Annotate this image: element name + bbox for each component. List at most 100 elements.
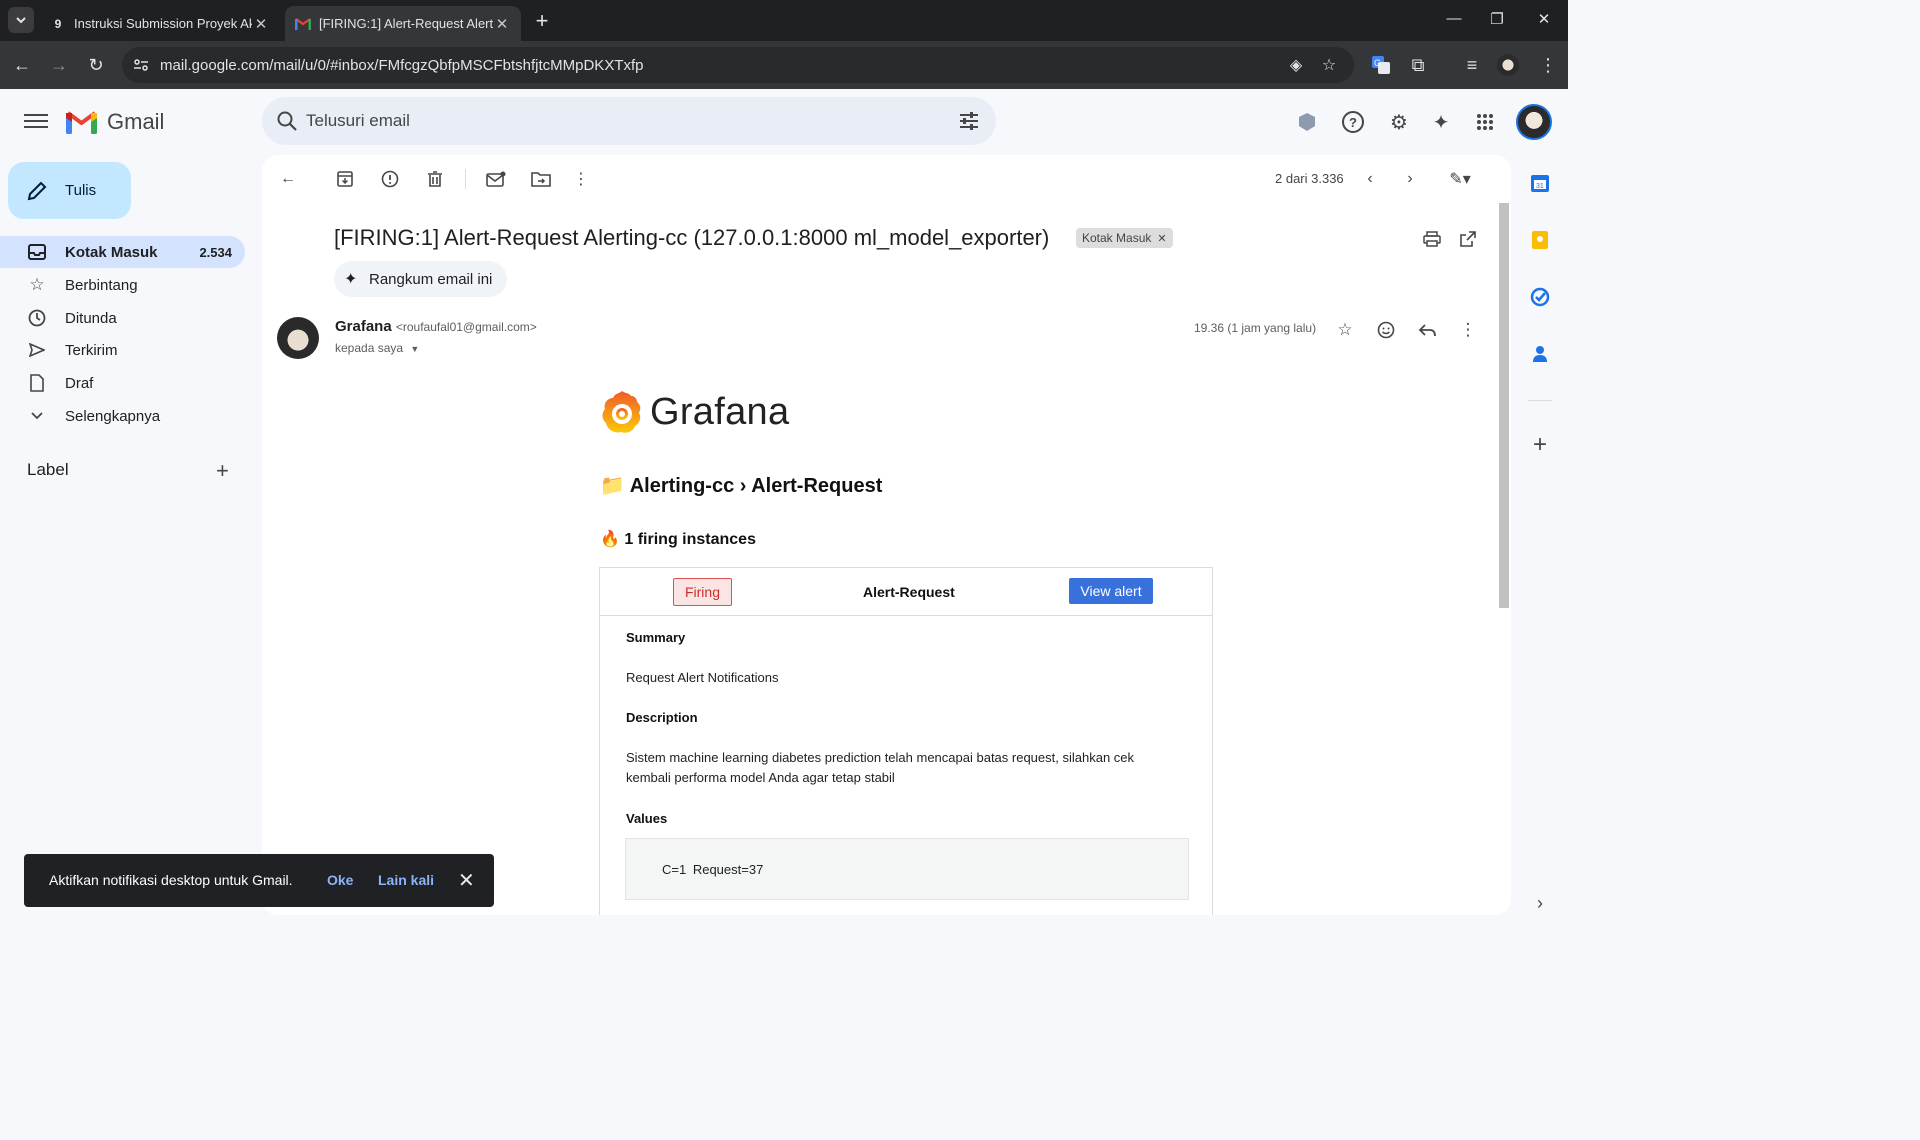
recipient-details[interactable]: kepada saya ▼ [335, 341, 419, 355]
description-heading: Description [626, 710, 698, 725]
snackbar-message: Aktifkan notifikasi desktop untuk Gmail. [49, 872, 293, 888]
sidebar-item-sent[interactable]: Terkirim [0, 334, 245, 366]
sidebar-item-inbox[interactable]: Kotak Masuk 2.534 [0, 236, 245, 268]
hide-side-panel-icon[interactable]: › [1528, 891, 1552, 915]
clock-icon [26, 307, 48, 329]
grafana-flame-icon [602, 391, 641, 433]
help-icon[interactable]: ? [1340, 109, 1366, 135]
email-subject: [FIRING:1] Alert-Request Alerting-cc (12… [334, 225, 1050, 250]
delete-icon[interactable] [423, 167, 447, 191]
tab-submission[interactable]: 9 Instruksi Submission Proyek Akhir ✕ [40, 6, 280, 41]
folder-icon: 📁 [600, 475, 625, 497]
star-icon: ☆ [29, 275, 45, 294]
contacts-icon[interactable] [1528, 342, 1552, 366]
gmail-logo[interactable]: Gmail [66, 109, 164, 135]
alert-folder-heading: 📁 Alerting-cc › Alert-Request [600, 473, 882, 498]
move-to-icon[interactable] [529, 167, 553, 191]
reply-icon[interactable] [1415, 318, 1439, 342]
new-tab-button[interactable]: + [530, 8, 554, 34]
caret-down-icon[interactable]: ▼ [410, 344, 419, 354]
chevron-down-icon [26, 405, 48, 427]
main-menu-icon[interactable] [24, 111, 48, 131]
browser-tab-bar: 9 Instruksi Submission Proyek Akhir ✕ [F… [0, 0, 1568, 41]
window-close-icon[interactable]: ✕ [1532, 10, 1556, 28]
forward-arrow-icon[interactable]: → [47, 53, 71, 77]
older-chevron-icon[interactable]: › [1398, 167, 1422, 191]
summarize-email-button[interactable]: ✦ Rangkum email ini [334, 261, 507, 297]
fire-icon: 🔥 [600, 531, 620, 548]
compose-button[interactable]: Tulis [8, 162, 131, 219]
add-addon-icon[interactable]: + [1528, 431, 1552, 458]
enable-notifications-button[interactable]: Oke [327, 872, 353, 888]
minimize-icon[interactable]: — [1442, 10, 1466, 27]
input-tools-pencil-icon[interactable]: ✎▾ [1440, 167, 1480, 191]
star-icon[interactable]: ☆ [1333, 318, 1357, 342]
more-vert-icon[interactable]: ⋮ [569, 167, 593, 191]
view-alert-button[interactable]: View alert [1069, 578, 1153, 604]
sparkle-icon: ✦ [344, 271, 358, 288]
folder-path: Alerting-cc › Alert-Request [629, 475, 883, 497]
sidebar-item-drafts[interactable]: Draf [0, 367, 245, 399]
account-avatar[interactable] [1516, 104, 1552, 140]
dicoding-favicon-icon: 9 [54, 16, 62, 31]
sender-avatar[interactable] [277, 317, 319, 359]
open-new-window-icon[interactable] [1456, 227, 1480, 251]
url-text: mail.google.com/mail/u/0/#inbox/FMfcgzQb… [160, 56, 644, 74]
status-badge: Firing [673, 578, 732, 606]
mark-unread-icon[interactable] [484, 167, 508, 191]
back-arrow-icon[interactable]: ← [10, 53, 34, 77]
back-to-inbox-icon[interactable]: ← [276, 167, 300, 191]
settings-gear-icon[interactable]: ⚙ [1386, 109, 1412, 135]
sidebar-item-snoozed[interactable]: Ditunda [0, 302, 245, 334]
later-button[interactable]: Lain kali [378, 872, 434, 888]
archive-icon[interactable] [333, 167, 357, 191]
close-icon[interactable]: ✕ [458, 868, 475, 893]
search-options-icon[interactable] [958, 110, 980, 132]
site-info-icon[interactable] [131, 55, 151, 75]
report-spam-icon[interactable] [378, 167, 402, 191]
search-icon[interactable] [276, 110, 298, 132]
gemini-shield-icon[interactable] [1294, 109, 1320, 135]
sender-line: Grafana <roufaufal01@gmail.com> [335, 318, 537, 335]
svg-text:?: ? [1349, 115, 1357, 130]
chevron-down-icon [16, 17, 26, 24]
message-view: ← ⋮ 2 dari 3.336 ‹ › ✎▾ [FIRING:1] Alert… [262, 155, 1511, 915]
more-vert-icon[interactable]: ⋮ [1536, 53, 1560, 77]
media-control-icon[interactable]: ≡ [1460, 53, 1484, 77]
close-tab-icon[interactable]: ✕ [493, 15, 511, 33]
scrollbar-thumb[interactable] [1499, 203, 1509, 608]
sender-name[interactable]: Grafana [335, 318, 392, 335]
remove-label-icon[interactable]: ✕ [1157, 232, 1166, 245]
tab-search-button[interactable] [8, 7, 34, 33]
print-icon[interactable] [1420, 227, 1444, 251]
translate-icon[interactable]: G [1369, 53, 1393, 77]
close-tab-icon[interactable]: ✕ [252, 15, 270, 33]
tab-title: [FIRING:1] Alert-Request Alerting [319, 16, 493, 31]
gemini-sparkle-icon[interactable]: ✦ [1428, 109, 1454, 135]
svg-text:G: G [1374, 58, 1381, 68]
bookmark-star-icon[interactable]: ☆ [1319, 55, 1339, 75]
add-label-icon[interactable]: + [216, 458, 229, 484]
more-vert-icon[interactable]: ⋮ [1456, 318, 1480, 342]
summary-heading: Summary [626, 630, 686, 645]
reload-icon[interactable]: ↻ [84, 53, 108, 77]
restore-icon[interactable]: ❐ [1485, 10, 1509, 28]
newer-chevron-icon[interactable]: ‹ [1358, 167, 1382, 191]
apps-grid-icon[interactable] [1472, 109, 1498, 135]
lens-icon[interactable]: ◈ [1286, 55, 1306, 75]
extensions-icon[interactable]: ⧉ [1406, 53, 1430, 77]
profile-avatar[interactable] [1497, 54, 1519, 76]
calendar-icon[interactable]: 31 [1528, 171, 1552, 195]
tab-gmail-alert[interactable]: [FIRING:1] Alert-Request Alerting ✕ [285, 6, 521, 41]
search-input[interactable]: Telusuri email [306, 111, 410, 131]
labels-heading: Label [27, 460, 69, 479]
address-bar[interactable]: mail.google.com/mail/u/0/#inbox/FMfcgzQb… [122, 47, 1354, 83]
sidebar-item-starred[interactable]: ☆ Berbintang [0, 269, 245, 301]
search-bar[interactable]: Telusuri email [262, 97, 996, 145]
sidebar-item-more[interactable]: Selengkapnya [0, 400, 245, 432]
pencil-icon [27, 181, 47, 200]
keep-icon[interactable] [1528, 228, 1552, 252]
emoji-react-icon[interactable] [1374, 318, 1398, 342]
tasks-icon[interactable] [1528, 285, 1552, 309]
inbox-label-chip[interactable]: Kotak Masuk ✕ [1076, 228, 1173, 248]
